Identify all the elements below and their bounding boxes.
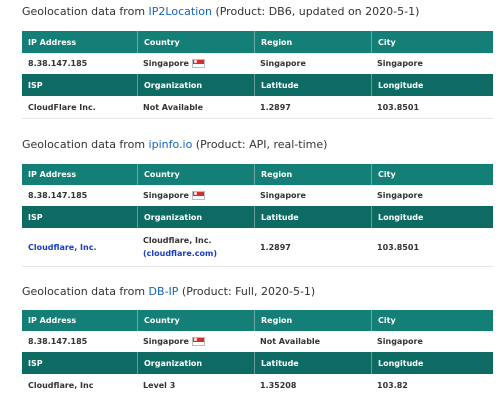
country-value: Singapore [143,337,189,346]
provider-link[interactable]: IP2Location [149,5,212,18]
header-ip-address: IP Address [28,37,77,47]
title-prefix: Geolocation data from [22,5,149,18]
longitude-value: 103.82 [377,380,408,390]
city-value: Singapore [377,191,423,200]
country-cell: Singapore [137,185,254,206]
ip-address-value: 8.38.147.185 [28,191,88,200]
organization-domain-link[interactable]: (cloudflare.com) [143,247,217,260]
country-value: Singapore [143,59,189,68]
header-isp: ISP [28,80,43,90]
singapore-flag-icon [191,191,205,200]
section-title: Geolocation data from ipinfo.io (Product… [22,138,327,151]
longitude-value: 103.8501 [377,242,420,252]
header-longitude: Longitude [371,206,493,228]
header-ip-address: IP Address [28,170,77,179]
header-organization: Organization [137,206,254,228]
provider-link[interactable]: ipinfo.io [149,138,193,151]
header-isp: ISP [28,358,43,368]
ip-address-value: 8.38.147.185 [28,337,88,346]
header-city: City [371,310,493,331]
isp-link[interactable]: Cloudflare, Inc. [22,228,137,266]
header-isp: ISP [28,212,43,222]
header-latitude: Latitude [254,206,371,228]
header-country: Country [137,310,254,331]
header-row: ISP Organization Latitude Longitude [22,74,493,96]
header-row: IP Address Country Region City [22,31,493,53]
header-region: Region [254,31,371,53]
organization-cell: Cloudflare, Inc. (cloudflare.com) [137,228,254,266]
header-longitude: Longitude [371,352,493,374]
title-suffix: (Product: API, real-time) [192,138,328,151]
header-latitude: Latitude [254,352,371,374]
title-suffix: (Product: Full, 2020-5-1) [178,285,316,298]
header-city: City [371,164,493,185]
singapore-flag-icon [191,59,205,68]
header-row: ISP Organization Latitude Longitude [22,206,493,228]
header-latitude: Latitude [254,74,371,96]
header-country: Country [137,31,254,53]
table-row: Cloudflare, Inc. Cloudflare, Inc. (cloud… [22,228,493,267]
latitude-value: 1.35208 [260,380,297,390]
region-value: Singapore [260,59,306,68]
region-value: Singapore [260,191,306,200]
organization-value: Level 3 [143,380,176,390]
latitude-value: 1.2897 [260,102,291,112]
header-region: Region [254,310,371,331]
header-organization: Organization [137,352,254,374]
table-row: 8.38.147.185 Singapore Singapore Singapo… [22,53,493,75]
header-country: Country [137,164,254,185]
country-cell: Singapore [137,53,254,74]
section-title: Geolocation data from IP2Location (Produ… [22,5,419,18]
header-row: IP Address Country Region City [22,164,493,185]
city-value: Singapore [377,59,423,68]
table-row: 8.38.147.185 Singapore Not Available Sin… [22,331,493,353]
region-value: Not Available [260,337,321,346]
country-value: Singapore [143,191,189,200]
header-ip-address: IP Address [28,316,77,325]
organization-value: Not Available [143,102,204,112]
ip-address-value: 8.38.147.185 [28,59,88,68]
header-row: ISP Organization Latitude Longitude [22,352,493,374]
singapore-flag-icon [191,337,205,346]
section-title: Geolocation data from DB-IP (Product: Fu… [22,285,315,298]
provider-link[interactable]: DB-IP [149,285,179,298]
title-prefix: Geolocation data from [22,285,149,298]
header-organization: Organization [137,74,254,96]
table-row: 8.38.147.185 Singapore Singapore Singapo… [22,185,493,207]
header-longitude: Longitude [371,74,493,96]
city-value: Singapore [377,337,423,346]
country-cell: Singapore [137,331,254,352]
header-row: IP Address Country Region City [22,310,493,331]
isp-value: CloudFlare Inc. [28,102,96,112]
latitude-value: 1.2897 [260,242,291,252]
header-city: City [371,31,493,53]
table-row: CloudFlare Inc. Not Available 1.2897 103… [22,96,493,119]
isp-value: Cloudflare, Inc [28,380,94,390]
title-suffix: (Product: DB6, updated on 2020-5-1) [211,5,420,18]
longitude-value: 103.8501 [377,102,420,112]
header-region: Region [254,164,371,185]
table-row: Cloudflare, Inc Level 3 1.35208 103.82 [22,374,493,396]
organization-value: Cloudflare, Inc. [143,236,212,245]
title-prefix: Geolocation data from [22,138,149,151]
